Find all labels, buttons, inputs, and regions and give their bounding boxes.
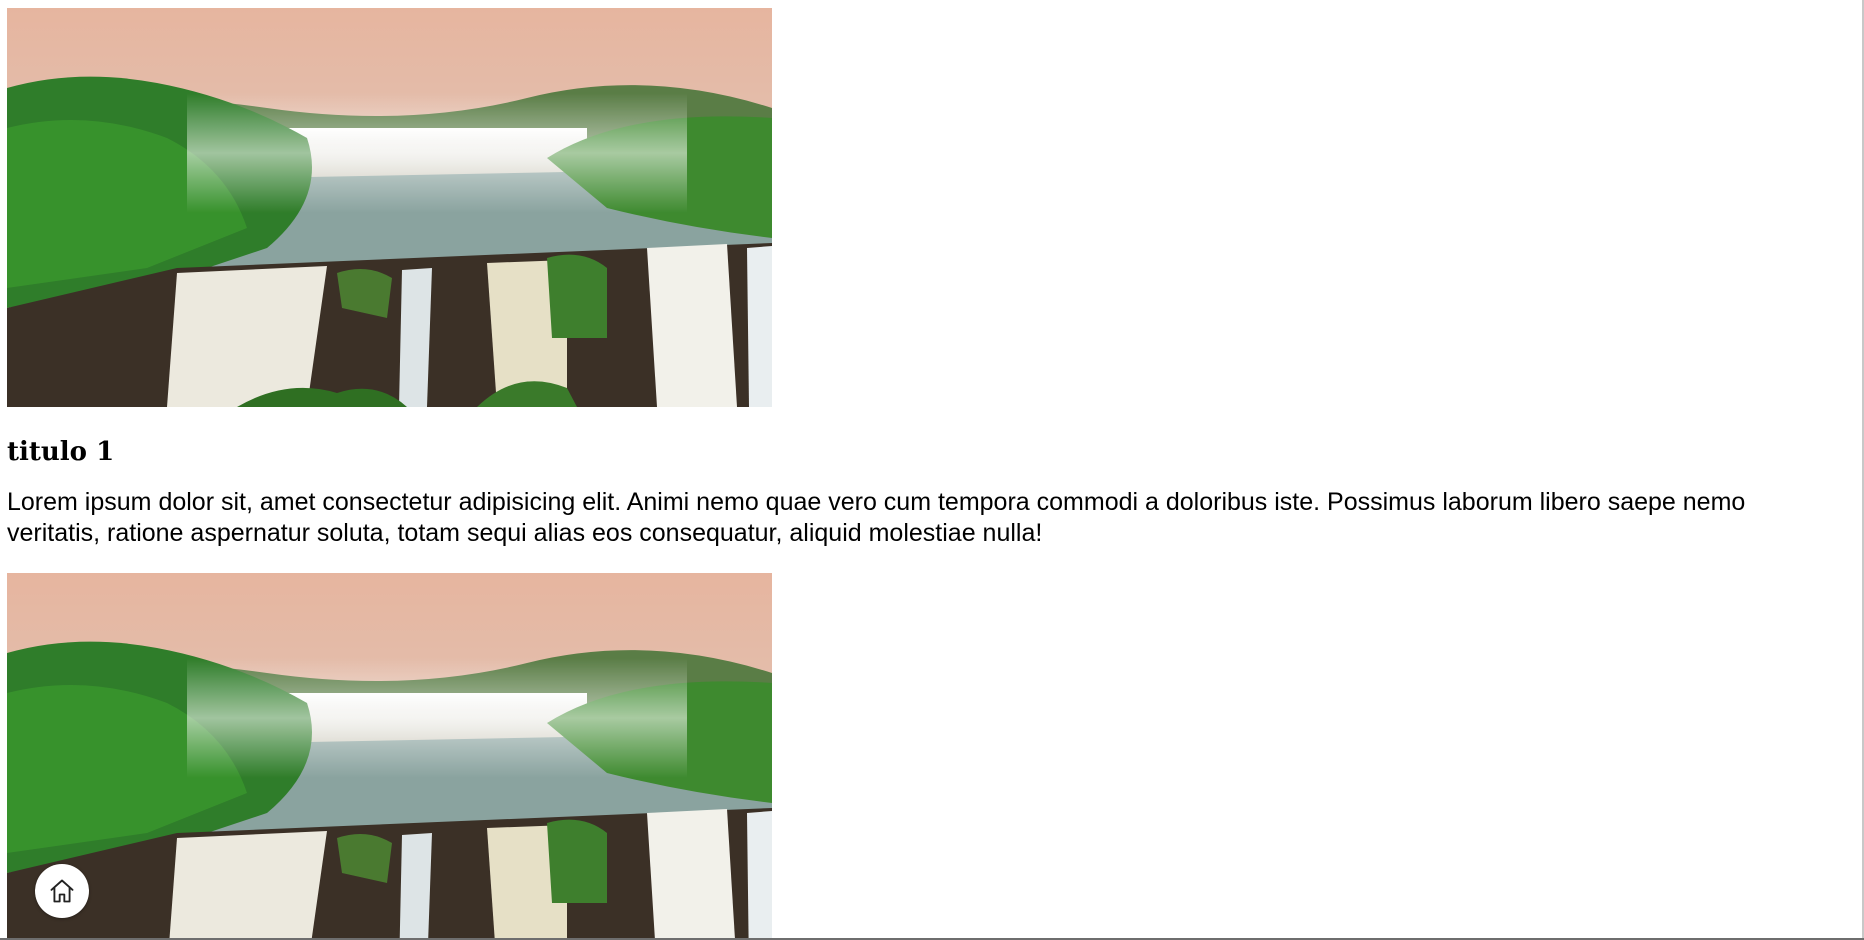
home-icon: [50, 879, 74, 903]
waterfall-photo-icon: [7, 572, 772, 940]
article-text: Lorem ipsum dolor sit, amet consectetur …: [7, 487, 1746, 547]
main-content: titulo 1 Lorem ipsum dolor sit, amet con…: [7, 8, 1847, 940]
waterfall-image-top: [7, 8, 772, 407]
waterfall-image-bottom: [7, 572, 772, 940]
article-title: titulo 1: [7, 437, 115, 467]
waterfall-photo-icon: [7, 8, 772, 407]
page: titulo 1 Lorem ipsum dolor sit, amet con…: [0, 0, 1864, 940]
home-button[interactable]: [35, 864, 89, 918]
